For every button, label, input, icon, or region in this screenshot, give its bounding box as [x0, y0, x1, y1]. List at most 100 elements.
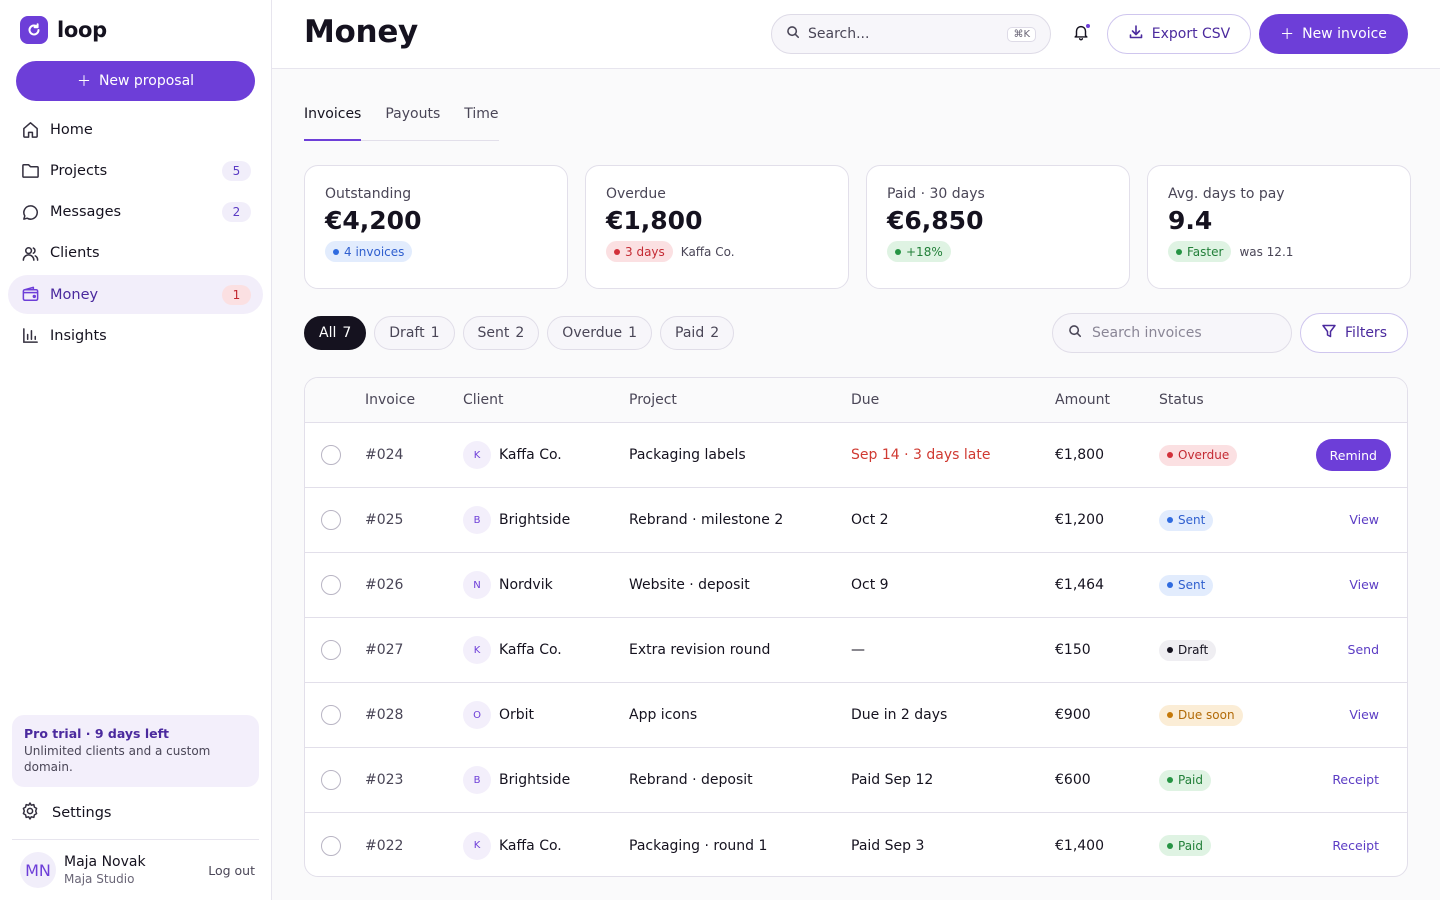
gear-icon — [20, 801, 40, 825]
table-row[interactable]: #025 B Brightside Rebrand · milestone 2 … — [305, 488, 1407, 553]
filters-button[interactable]: Filters — [1300, 313, 1408, 353]
status-cell: Paid — [1159, 769, 1309, 791]
col-status[interactable]: Status — [1159, 392, 1309, 408]
row-action-link[interactable]: View — [1349, 707, 1391, 722]
pro-trial-card[interactable]: Pro trial · 9 days left Unlimited client… — [12, 715, 259, 787]
users-icon — [20, 243, 40, 263]
amount: €600 — [1055, 772, 1091, 788]
action-cell: Receipt — [1309, 838, 1407, 854]
filter-overdue[interactable]: Overdue 1 — [547, 316, 653, 350]
stat-label: Outstanding — [325, 186, 412, 202]
table-row[interactable]: #028 O Orbit App icons Due in 2 days €90… — [305, 683, 1407, 748]
due-date: Due in 2 days — [851, 707, 948, 723]
col-invoice[interactable]: Invoice — [365, 392, 463, 408]
invoice-number[interactable]: #027 — [365, 642, 463, 658]
filter-paid[interactable]: Paid 2 — [660, 316, 735, 350]
status-text: Due soon — [1178, 708, 1235, 722]
invoice-search-input[interactable]: Search invoices — [1052, 313, 1292, 353]
project-name: Website · deposit — [629, 577, 750, 593]
col-due[interactable]: Due — [851, 392, 1055, 408]
row-checkbox[interactable] — [321, 705, 341, 725]
table-row[interactable]: #027 K Kaffa Co. Extra revision round — … — [305, 618, 1407, 683]
row-select-cell — [305, 770, 365, 790]
count-badge: 1 — [222, 284, 251, 305]
row-checkbox[interactable] — [321, 770, 341, 790]
row-action-link[interactable]: Receipt — [1332, 772, 1391, 787]
user-profile: MN Maja Novak Maja Studio Log out — [20, 852, 255, 888]
col-client[interactable]: Client — [463, 392, 629, 408]
search-icon — [786, 25, 800, 43]
stat-cards: Outstanding €4,200 4 invoices Overdue €1… — [304, 165, 1411, 289]
invoices-table: Invoice Client Project Due Amount Status… — [304, 377, 1408, 877]
invoice-number[interactable]: #028 — [365, 707, 463, 723]
invoice-number[interactable]: #026 — [365, 577, 463, 593]
nav-item-home[interactable]: Home — [8, 110, 263, 149]
tab-time[interactable]: Time — [464, 100, 498, 140]
nav-item-messages[interactable]: Messages 2 — [8, 193, 263, 232]
invoice-number[interactable]: #025 — [365, 512, 463, 528]
row-checkbox[interactable] — [321, 640, 341, 660]
status-cell: Overdue — [1159, 444, 1309, 466]
pill-count: 1 — [430, 325, 440, 341]
stat-label: Avg. days to pay — [1168, 186, 1285, 202]
row-action-link[interactable]: View — [1349, 512, 1391, 527]
row-select-cell — [305, 445, 365, 465]
nav-item-insights[interactable]: Insights — [8, 316, 263, 355]
pill-count: 7 — [342, 325, 352, 341]
col-amount[interactable]: Amount — [1055, 392, 1159, 408]
stat-meta: Faster was 12.1 — [1168, 241, 1390, 262]
nav-item-money[interactable]: Money 1 — [8, 275, 263, 315]
user-org: Maja Studio — [64, 872, 135, 886]
table-body: #024 K Kaffa Co. Packaging labels Sep 14… — [305, 423, 1407, 876]
new-proposal-button[interactable]: ＋ New proposal — [16, 61, 255, 101]
global-search-input[interactable]: Search... ⌘K — [771, 14, 1051, 54]
status-text: Draft — [1178, 643, 1209, 657]
row-checkbox[interactable] — [321, 835, 341, 856]
logout-link[interactable]: Log out — [208, 863, 255, 878]
plus-icon: ＋ — [1280, 27, 1295, 43]
filter-all[interactable]: All 7 — [304, 316, 367, 350]
invoice-number[interactable]: #024 — [365, 447, 463, 463]
row-checkbox[interactable] — [321, 575, 341, 595]
invoice-number[interactable]: #022 — [365, 838, 463, 854]
remind-button[interactable]: Remind — [1315, 439, 1391, 471]
table-row[interactable]: #024 K Kaffa Co. Packaging labels Sep 14… — [305, 423, 1407, 488]
client-name: Kaffa Co. — [499, 447, 562, 463]
due-date: Oct 9 — [851, 577, 889, 593]
row-action-link[interactable]: Send — [1348, 642, 1391, 657]
brand[interactable]: loop — [20, 16, 107, 44]
client-cell: O Orbit — [463, 701, 629, 729]
action-cell: View — [1309, 577, 1407, 593]
status-dot — [1176, 248, 1182, 255]
filter-draft[interactable]: Draft 1 — [374, 316, 455, 350]
table-row[interactable]: #022 K Kaffa Co. Packaging · round 1 Pai… — [305, 813, 1407, 876]
stat-card-overdue: Overdue €1,800 3 days Kaffa Co. — [585, 165, 849, 289]
nav-item-clients[interactable]: Clients — [8, 234, 263, 273]
new-invoice-button[interactable]: ＋ New invoice — [1259, 14, 1408, 54]
sidebar: loop ＋ New proposal Home Projects 5 Mess… — [0, 0, 272, 900]
row-action-link[interactable]: View — [1349, 577, 1391, 592]
action-cell: View — [1309, 707, 1407, 723]
row-action-link[interactable]: Receipt — [1332, 838, 1391, 853]
col-project[interactable]: Project — [629, 392, 851, 408]
status-cell: Sent — [1159, 574, 1309, 596]
export-csv-button[interactable]: Export CSV — [1107, 14, 1251, 54]
row-checkbox[interactable] — [321, 510, 341, 530]
filter-sent[interactable]: Sent 2 — [462, 316, 540, 350]
table-row[interactable]: #023 B Brightside Rebrand · deposit Paid… — [305, 748, 1407, 813]
notifications-button[interactable] — [1067, 20, 1095, 48]
nav-item-projects[interactable]: Projects 5 — [8, 151, 263, 190]
project-name: App icons — [629, 707, 698, 723]
stat-meta: 4 invoices — [325, 241, 547, 262]
settings-link[interactable]: Settings — [20, 801, 111, 825]
tab-payouts[interactable]: Payouts — [385, 100, 440, 140]
chart-icon — [20, 326, 40, 346]
status-dot — [1167, 582, 1173, 588]
tab-invoices[interactable]: Invoices — [304, 100, 362, 141]
table-row[interactable]: #026 N Nordvik Website · deposit Oct 9 €… — [305, 553, 1407, 618]
status-filter-pills: All 7 Draft 1 Sent 2 Overdue 1 Paid 2 — [304, 316, 735, 350]
invoice-number[interactable]: #023 — [365, 772, 463, 788]
row-checkbox[interactable] — [321, 445, 341, 465]
avatar[interactable]: MN — [20, 852, 56, 888]
client-avatar: B — [463, 506, 491, 534]
